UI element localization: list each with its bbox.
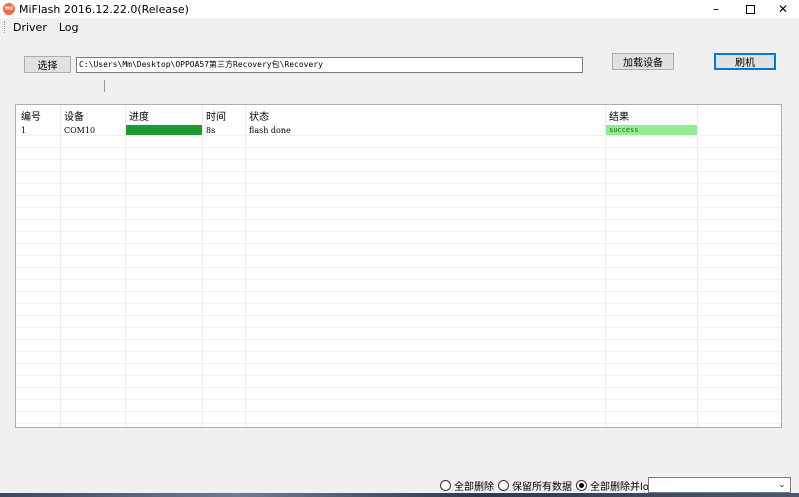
flash-options: 全部删除 保留所有数据 全部删除并lock (440, 477, 664, 493)
close-button[interactable]: ✕ (766, 0, 799, 18)
title-bar: mi MiFlash 2016.12.22.0(Release) – ✕ (0, 0, 799, 18)
load-devices-button[interactable]: 加载设备 (612, 53, 674, 70)
menu-log[interactable]: Log (53, 21, 85, 34)
progress-bar (126, 125, 202, 135)
menu-driver[interactable]: Driver (7, 21, 53, 34)
radio-icon (498, 479, 509, 491)
radio-icon (576, 479, 587, 491)
miflash-logo-icon: mi (3, 3, 15, 15)
script-select[interactable]: ⌄ (648, 477, 791, 493)
window-title: MiFlash 2016.12.22.0(Release) (19, 2, 189, 16)
select-button[interactable]: 选择 (24, 56, 71, 73)
flash-button[interactable]: 刷机 (714, 53, 776, 70)
radio-clean-all[interactable]: 全部删除 (440, 478, 494, 493)
radio-label: 保留所有数据 (512, 481, 572, 493)
column-header-progress[interactable]: 进度 (129, 108, 149, 123)
column-header-status[interactable]: 状态 (249, 108, 269, 123)
menu-bar: Driver Log (0, 18, 799, 36)
maximize-icon (745, 4, 755, 14)
column-header-id[interactable]: 编号 (21, 108, 41, 123)
radio-save-user-data[interactable]: 保留所有数据 (498, 478, 572, 493)
row-device: COM10 (64, 126, 96, 135)
desktop-taskbar-strip (0, 493, 799, 497)
device-table: 编号 设备 进度 时间 状态 结果 1 COM10 8s flash done … (15, 104, 782, 428)
column-header-device[interactable]: 设备 (64, 108, 84, 123)
row-result: success (609, 126, 639, 134)
divider (104, 80, 105, 92)
maximize-button[interactable] (733, 0, 767, 18)
row-time: 8s (206, 126, 216, 135)
minimize-button[interactable]: – (699, 0, 733, 18)
path-input[interactable]: C:\Users\Mm\Desktop\OPPOA57第三方Recovery包\… (76, 57, 583, 73)
radio-selected-dot (579, 482, 584, 488)
column-header-time[interactable]: 时间 (206, 108, 226, 123)
column-header-result[interactable]: 结果 (609, 108, 629, 123)
radio-icon (440, 479, 451, 491)
row-id: 1 (21, 126, 27, 135)
radio-label: 全部删除 (454, 481, 494, 493)
chevron-down-icon: ⌄ (778, 480, 786, 490)
row-status: flash done (249, 126, 291, 135)
